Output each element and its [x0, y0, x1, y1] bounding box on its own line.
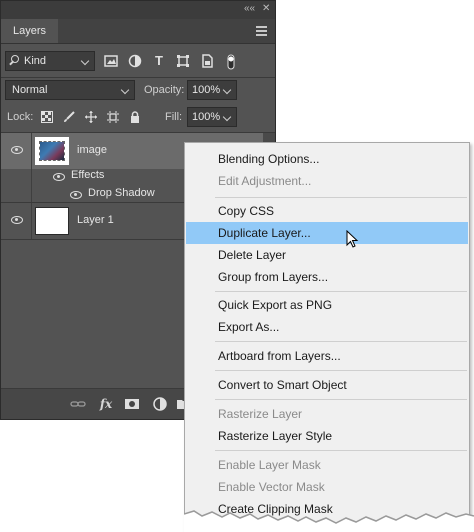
- panel-tab-row: Layers: [1, 19, 275, 44]
- chevron-down-icon: [222, 112, 232, 122]
- layer-name-image[interactable]: image: [77, 144, 107, 156]
- drop-shadow-visibility-eye-icon[interactable]: [70, 191, 82, 199]
- menu-item-export-as[interactable]: Export As...: [186, 316, 468, 338]
- lock-transparency-icon[interactable]: [41, 111, 53, 123]
- effects-visibility-eye-icon[interactable]: [53, 173, 65, 181]
- menu-separator: [215, 399, 467, 400]
- lock-label: Lock:: [7, 111, 34, 123]
- menu-separator: [215, 450, 467, 451]
- layer-context-menu: Blending Options... Edit Adjustment... C…: [184, 142, 470, 532]
- chevron-down-icon: [120, 85, 130, 95]
- menu-item-delete-layer[interactable]: Delete Layer: [186, 244, 468, 266]
- menu-separator: [215, 291, 467, 292]
- menu-item-artboard-from-layers[interactable]: Artboard from Layers...: [186, 345, 468, 367]
- visibility-eye-icon[interactable]: [11, 146, 23, 154]
- artboard-lock-icon[interactable]: [107, 111, 119, 123]
- move-icon[interactable]: [85, 111, 97, 123]
- panel-menu-icon[interactable]: [256, 26, 267, 38]
- opacity-value: 100%: [192, 84, 221, 96]
- menu-item-blending-options[interactable]: Blending Options...: [186, 148, 468, 170]
- brush-icon[interactable]: [63, 111, 75, 123]
- menu-item-convert-to-smart-object[interactable]: Convert to Smart Object: [186, 374, 468, 396]
- menu-item-duplicate-layer[interactable]: Duplicate Layer...: [186, 222, 468, 244]
- torn-edge-decoration: [184, 510, 474, 532]
- image-filter-icon[interactable]: [104, 54, 118, 68]
- lock-icon[interactable]: [129, 111, 141, 123]
- menu-item-edit-adjustment[interactable]: Edit Adjustment...: [186, 170, 468, 192]
- filter-row: Kind T: [1, 51, 275, 73]
- adjustment-layer-icon[interactable]: [152, 396, 168, 412]
- fill-field[interactable]: 100%: [187, 107, 237, 127]
- fx-icon[interactable]: fx: [98, 396, 114, 412]
- panel-title-bar: «« ✕: [1, 1, 275, 20]
- menu-item-enable-vector-mask[interactable]: Enable Vector Mask: [186, 476, 468, 498]
- add-mask-icon[interactable]: [124, 396, 140, 412]
- divider: [31, 203, 32, 239]
- effects-label: Effects: [71, 169, 105, 181]
- blend-mode-value: Normal: [12, 84, 48, 96]
- lock-row: Lock: Fill: 100%: [1, 107, 275, 129]
- blend-row: Normal Opacity: 100%: [1, 80, 275, 102]
- menu-item-group-from-layers[interactable]: Group from Layers...: [186, 266, 468, 288]
- link-layers-icon[interactable]: [70, 396, 86, 412]
- tab-layers[interactable]: Layers: [1, 19, 59, 43]
- shape-filter-icon[interactable]: [176, 54, 190, 68]
- divider: [31, 133, 32, 213]
- layer-thumbnail: [35, 207, 69, 235]
- search-icon: [11, 55, 19, 63]
- filter-toggle-icon[interactable]: [224, 54, 238, 70]
- fill-label: Fill:: [165, 111, 183, 123]
- adjustment-filter-icon[interactable]: [128, 54, 142, 68]
- menu-separator: [215, 341, 467, 342]
- divider: [1, 77, 275, 78]
- collapse-icon[interactable]: ««: [244, 3, 255, 15]
- opacity-field[interactable]: 100%: [187, 80, 237, 100]
- menu-separator: [215, 197, 467, 198]
- smart-object-filter-icon[interactable]: [200, 54, 214, 68]
- menu-item-copy-css[interactable]: Copy CSS: [186, 200, 468, 222]
- menu-separator: [215, 370, 467, 371]
- menu-item-rasterize-layer[interactable]: Rasterize Layer: [186, 403, 468, 425]
- type-filter-icon[interactable]: T: [152, 54, 166, 68]
- blend-mode-dropdown[interactable]: Normal: [5, 80, 135, 100]
- menu-item-enable-layer-mask[interactable]: Enable Layer Mask: [186, 454, 468, 476]
- effect-drop-shadow[interactable]: Drop Shadow: [88, 187, 155, 199]
- kind-filter-label: Kind: [24, 55, 47, 67]
- fill-value: 100%: [192, 111, 221, 123]
- kind-filter-dropdown[interactable]: Kind: [5, 51, 95, 71]
- mouse-pointer-icon: [346, 230, 359, 248]
- visibility-eye-icon[interactable]: [11, 216, 23, 224]
- layer-thumbnail: [35, 137, 69, 165]
- chevron-down-icon: [80, 56, 90, 66]
- opacity-label: Opacity:: [144, 84, 185, 96]
- chevron-down-icon: [222, 85, 232, 95]
- layer-name-layer-1[interactable]: Layer 1: [77, 214, 114, 226]
- menu-item-quick-export-png[interactable]: Quick Export as PNG: [186, 294, 468, 316]
- menu-item-rasterize-layer-style[interactable]: Rasterize Layer Style: [186, 425, 468, 447]
- close-icon[interactable]: ✕: [262, 3, 270, 15]
